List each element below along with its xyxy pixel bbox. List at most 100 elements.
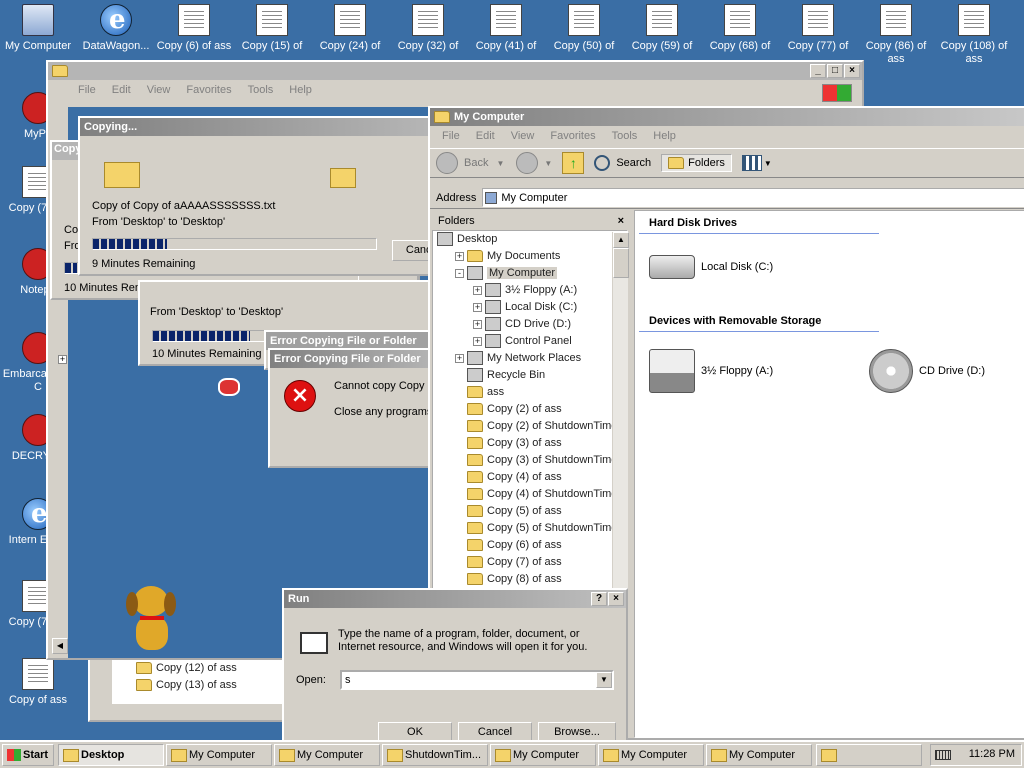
menu-tools[interactable]: Tools bbox=[604, 130, 646, 142]
my-computer-titlebar[interactable]: My Computer bbox=[430, 108, 1024, 126]
expand-icon[interactable]: + bbox=[473, 336, 482, 346]
up-button[interactable]: ↑ bbox=[562, 152, 585, 174]
desktop-icon[interactable]: Copy (6) of ass bbox=[156, 2, 232, 53]
floppy-item[interactable]: 3½ Floppy (A:) bbox=[649, 349, 773, 393]
tree-item[interactable]: Copy (4) of ShutdownTimerC bbox=[433, 486, 627, 503]
expand-icon[interactable]: + bbox=[473, 285, 482, 295]
taskbar-button[interactable]: My Computer bbox=[706, 744, 812, 766]
tree-item[interactable]: + Local Disk (C:) bbox=[433, 299, 627, 316]
content-pane: Hard Disk Drives Local Disk (C:) Devices… bbox=[634, 210, 1024, 738]
menu-file[interactable]: File bbox=[70, 84, 104, 96]
taskbar-button[interactable]: Desktop bbox=[58, 744, 164, 766]
dropdown-button[interactable]: ▼ bbox=[596, 672, 612, 688]
taskbar-button[interactable]: My Computer bbox=[598, 744, 704, 766]
desktop-icon[interactable]: Copy of ass bbox=[0, 656, 76, 707]
tree-item[interactable]: Copy (12) of ass bbox=[112, 660, 286, 677]
tree-item[interactable]: Copy (5) of ShutdownTimerC bbox=[433, 520, 627, 537]
back-explorer-titlebar[interactable]: _ □ × bbox=[48, 62, 862, 80]
tree-item[interactable]: Copy (5) of ass bbox=[433, 503, 627, 520]
copying-progress bbox=[92, 238, 377, 250]
expand-icon[interactable]: + bbox=[455, 251, 464, 261]
maximize-button[interactable]: □ bbox=[827, 64, 843, 78]
menu-view[interactable]: View bbox=[139, 84, 179, 96]
error-titlebar[interactable]: Error Copying File or Folder bbox=[270, 350, 446, 368]
menu-tools[interactable]: Tools bbox=[240, 84, 282, 96]
run-titlebar[interactable]: Run ? × bbox=[284, 590, 626, 608]
clock[interactable]: 11:28 PM bbox=[969, 748, 1015, 760]
tree-item-label: Copy (2) of ShutdownTimerC bbox=[487, 420, 628, 432]
tree-item[interactable]: Copy (6) of ass bbox=[433, 537, 627, 554]
tree-item[interactable]: Copy (13) of ass bbox=[112, 677, 286, 694]
tree-item[interactable]: - My Computer bbox=[433, 265, 627, 282]
keyboard-icon[interactable] bbox=[935, 750, 951, 760]
back-explorer-tree-expander[interactable]: + bbox=[58, 355, 67, 364]
tree-item[interactable]: ass bbox=[433, 384, 627, 401]
scroll-thumb[interactable] bbox=[613, 248, 629, 278]
search-assistant-dog-icon[interactable] bbox=[124, 586, 180, 652]
taskbar-button[interactable] bbox=[816, 744, 922, 766]
views-button[interactable]: ▼ bbox=[741, 155, 772, 171]
scroll-up-button[interactable]: ▲ bbox=[613, 232, 629, 248]
menu-help[interactable]: Help bbox=[281, 84, 320, 96]
menu-edit[interactable]: Edit bbox=[104, 84, 139, 96]
desktop-icon[interactable]: Copy (32) of bbox=[390, 2, 466, 53]
desktop-icon[interactable]: Copy (86) of ass bbox=[858, 2, 934, 66]
desktop-icon[interactable]: Copy (15) of bbox=[234, 2, 310, 53]
run-open-input[interactable]: s ▼ bbox=[340, 670, 614, 690]
minimize-button[interactable]: _ bbox=[810, 64, 826, 78]
back-button[interactable]: Back ▼ bbox=[436, 152, 504, 174]
desktop-icon[interactable]: Copy (77) of bbox=[780, 2, 856, 53]
expand-icon[interactable]: + bbox=[455, 353, 464, 363]
menu-favorites[interactable]: Favorites bbox=[178, 84, 239, 96]
start-button[interactable]: Start bbox=[2, 744, 54, 766]
close-button[interactable]: × bbox=[844, 64, 860, 78]
tree-item[interactable]: Desktop bbox=[433, 231, 627, 248]
search-button[interactable]: Search bbox=[594, 155, 651, 171]
tree-item[interactable]: Copy (4) of ass bbox=[433, 469, 627, 486]
desktop-icon[interactable]: Copy (50) of bbox=[546, 2, 622, 53]
expand-icon[interactable]: + bbox=[473, 302, 482, 312]
copying-titlebar[interactable]: Copying... bbox=[80, 118, 446, 136]
tree-item[interactable]: Copy (3) of ass bbox=[433, 435, 627, 452]
tree-item[interactable]: +3½ Floppy (A:) bbox=[433, 282, 627, 299]
copying-filename: Copy of Copy of aAAAASSSSSSS.txt bbox=[92, 200, 276, 212]
taskbar-button[interactable]: My Computer bbox=[490, 744, 596, 766]
folders-button[interactable]: Folders bbox=[661, 154, 732, 172]
folder-icon bbox=[467, 386, 483, 399]
tree-item[interactable]: Copy (3) of ShutdownTimerC bbox=[433, 452, 627, 469]
desktop-icon[interactable]: Copy (108) of ass bbox=[936, 2, 1012, 66]
tree-item[interactable]: Recycle Bin bbox=[433, 367, 627, 384]
tree-item[interactable]: + My Documents bbox=[433, 248, 627, 265]
local-disk-item[interactable]: Local Disk (C:) bbox=[649, 255, 773, 279]
desktop-icon[interactable]: Copy (68) of bbox=[702, 2, 778, 53]
tree-item[interactable]: + My Network Places bbox=[433, 350, 627, 367]
close-icon[interactable]: × bbox=[618, 212, 624, 230]
collapse-icon[interactable]: - bbox=[455, 268, 464, 278]
tree-item[interactable]: Copy (2) of ass bbox=[433, 401, 627, 418]
tree-item[interactable]: Copy (7) of ass bbox=[433, 554, 627, 571]
taskbar-button[interactable]: ShutdownTim... bbox=[382, 744, 488, 766]
desktop-icon[interactable]: My Computer bbox=[0, 2, 76, 53]
menu-favorites[interactable]: Favorites bbox=[542, 130, 603, 142]
desktop-icon[interactable]: Copy (41) of bbox=[468, 2, 544, 53]
desktop-icon[interactable]: DataWagon... bbox=[78, 2, 154, 53]
tree-item[interactable]: Copy (8) of ass bbox=[433, 571, 627, 588]
tree-item[interactable]: + CD Drive (D:) bbox=[433, 316, 627, 333]
desktop-icon[interactable]: Copy (24) of bbox=[312, 2, 388, 53]
menu-help[interactable]: Help bbox=[645, 130, 684, 142]
scroll-left-button[interactable]: ◀ bbox=[52, 638, 68, 654]
expand-icon[interactable]: + bbox=[473, 319, 482, 329]
menu-view[interactable]: View bbox=[503, 130, 543, 142]
taskbar-button[interactable]: My Computer bbox=[166, 744, 272, 766]
address-input[interactable]: My Computer bbox=[482, 188, 1024, 207]
cd-drive-item[interactable]: CD Drive (D:) bbox=[869, 349, 985, 393]
taskbar-button[interactable]: My Computer bbox=[274, 744, 380, 766]
desktop-icon[interactable]: Copy (59) of bbox=[624, 2, 700, 53]
forward-button[interactable]: ▼ bbox=[516, 152, 552, 174]
close-button[interactable]: × bbox=[608, 592, 624, 606]
help-button[interactable]: ? bbox=[591, 592, 607, 606]
tree-item[interactable]: Copy (2) of ShutdownTimerC bbox=[433, 418, 627, 435]
menu-file[interactable]: File bbox=[434, 130, 468, 142]
menu-edit[interactable]: Edit bbox=[468, 130, 503, 142]
tree-item[interactable]: + Control Panel bbox=[433, 333, 627, 350]
